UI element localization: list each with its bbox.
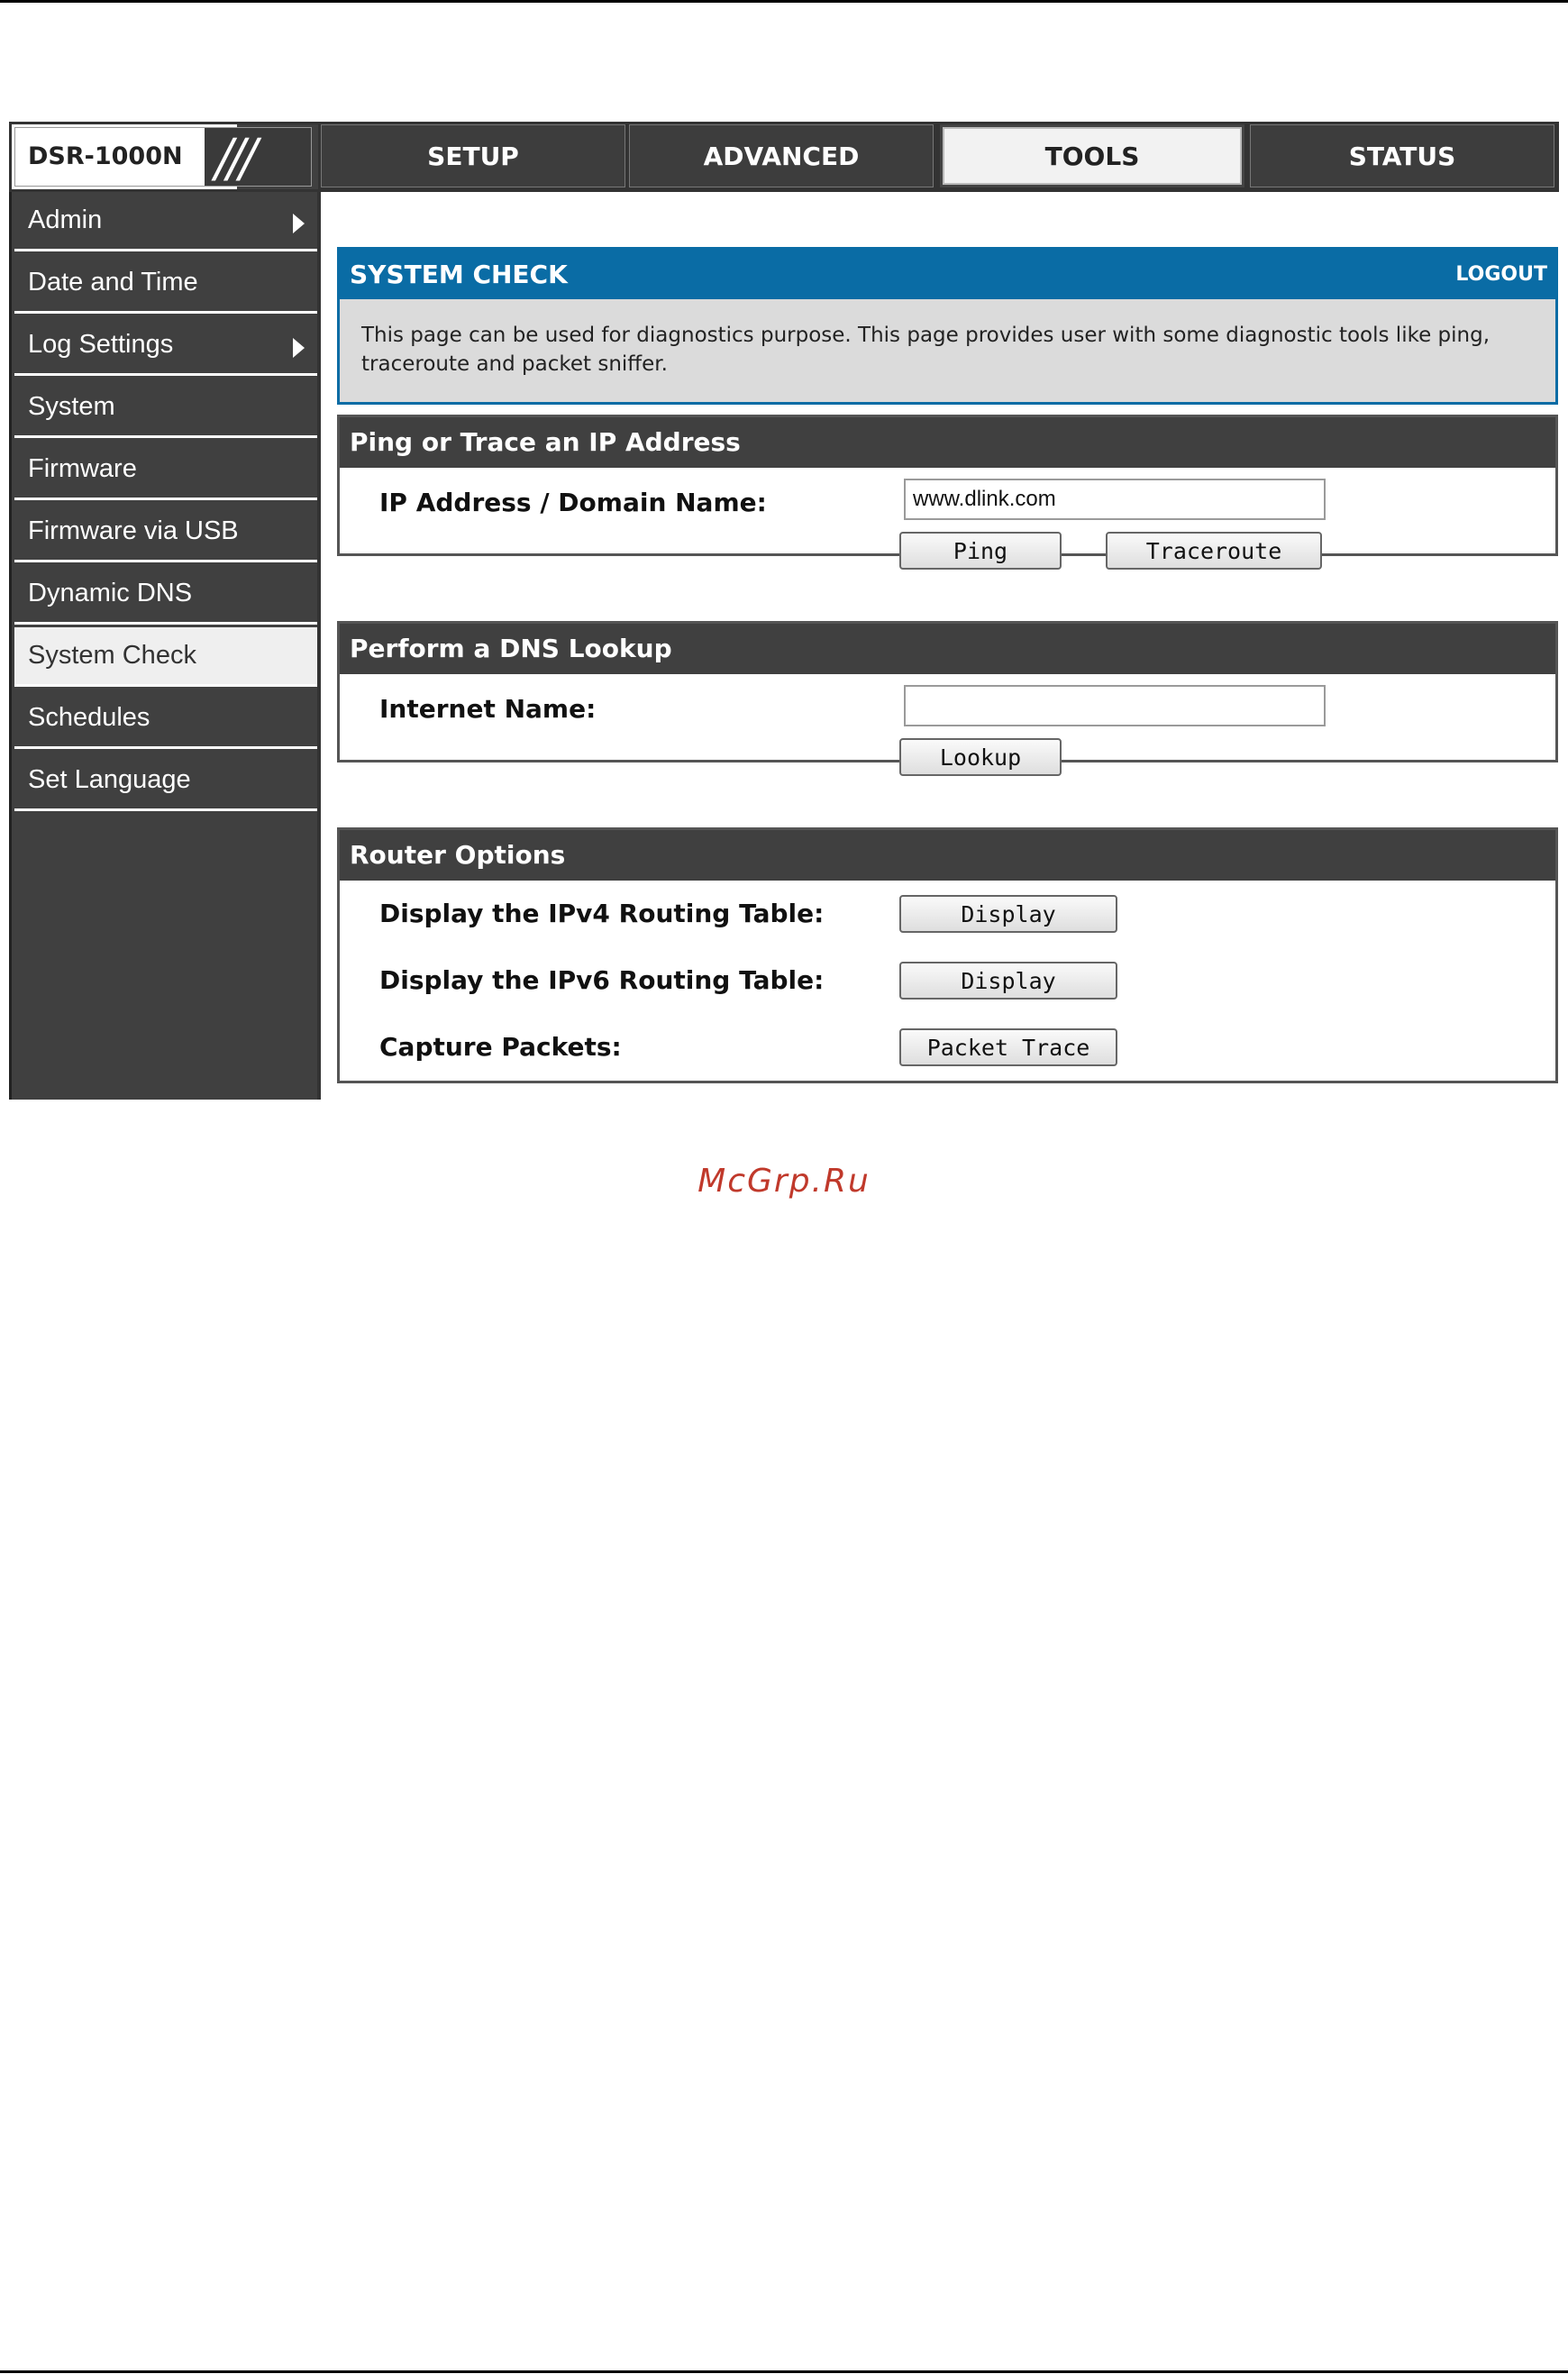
sidebar-item-label: Dynamic DNS	[28, 579, 193, 607]
ip-address-label: IP Address / Domain Name:	[379, 488, 767, 517]
router-options-section: Router Options Display the IPv4 Routing …	[337, 827, 1558, 1083]
sidebar-menu: Admin Date and Time Log Settings System …	[9, 192, 317, 1100]
display-ipv4-button[interactable]: Display	[899, 895, 1117, 933]
ipv6-routing-label: Display the IPv6 Routing Table:	[379, 965, 825, 995]
section-title: Router Options	[340, 830, 1555, 881]
section-title: Ping or Trace an IP Address	[340, 417, 1555, 468]
sidebar-item-label: Schedules	[28, 703, 150, 732]
capture-packets-label: Capture Packets:	[379, 1032, 622, 1062]
page-top-rule	[0, 0, 1568, 3]
packet-trace-button[interactable]: Packet Trace	[899, 1028, 1117, 1066]
page-bottom-rule	[0, 2370, 1568, 2373]
ping-button[interactable]: Ping	[899, 532, 1062, 570]
sidebar-item-label: Log Settings	[28, 330, 174, 359]
sidebar-item-date-and-time[interactable]: Date and Time	[14, 254, 317, 314]
internet-name-label: Internet Name:	[379, 694, 597, 724]
sidebar-item-label: Date and Time	[28, 268, 198, 297]
watermark-text: McGrp.Ru	[697, 1163, 871, 1200]
ip-address-input[interactable]: www.dlink.com	[904, 479, 1326, 520]
sidebar-item-label: Firmware via USB	[28, 516, 239, 545]
page-title: SYSTEM CHECK	[350, 260, 568, 289]
top-navigation-bar: DSR-1000N /// SETUP ADVANCED TOOLS STATU…	[9, 122, 1559, 192]
sidebar-item-label: Set Language	[28, 765, 191, 794]
logout-link[interactable]: LOGOUT	[1455, 263, 1547, 286]
tab-tools[interactable]: TOOLS	[940, 124, 1244, 187]
brand-logo-box: DSR-1000N ///	[12, 124, 318, 189]
lookup-button[interactable]: Lookup	[899, 738, 1062, 776]
sidebar-item-schedules[interactable]: Schedules	[14, 689, 317, 749]
ipv4-routing-label: Display the IPv4 Routing Table:	[379, 899, 825, 928]
main-content: SYSTEM CHECK LOGOUT This page can be use…	[327, 192, 1559, 1100]
sidebar-item-log-settings[interactable]: Log Settings	[14, 316, 317, 376]
sidebar-item-label: Firmware	[28, 454, 137, 483]
sidebar-item-firmware[interactable]: Firmware	[14, 441, 317, 500]
sidebar-item-system-check[interactable]: System Check	[14, 627, 317, 687]
internet-name-input[interactable]	[904, 685, 1326, 726]
submenu-arrow-icon	[293, 338, 305, 358]
brand-slashes-icon: ///	[215, 127, 258, 188]
page-header-bar: SYSTEM CHECK LOGOUT	[337, 247, 1558, 299]
display-ipv6-button[interactable]: Display	[899, 962, 1117, 1000]
ping-trace-section: Ping or Trace an IP Address IP Address /…	[337, 415, 1558, 570]
router-web-ui: DSR-1000N /// SETUP ADVANCED TOOLS STATU…	[9, 122, 1559, 1100]
sidebar-divider	[317, 192, 321, 1100]
sidebar-item-firmware-via-usb[interactable]: Firmware via USB	[14, 503, 317, 562]
tab-status[interactable]: STATUS	[1250, 124, 1554, 187]
brand-model-name: DSR-1000N	[28, 142, 183, 170]
page-description: This page can be used for diagnostics pu…	[337, 299, 1558, 405]
sidebar-item-admin[interactable]: Admin	[14, 192, 317, 251]
sidebar-item-system[interactable]: System	[14, 379, 317, 438]
tab-advanced[interactable]: ADVANCED	[629, 124, 934, 187]
sidebar-item-dynamic-dns[interactable]: Dynamic DNS	[14, 565, 317, 625]
sidebar-item-label: Admin	[28, 205, 103, 234]
tab-setup[interactable]: SETUP	[321, 124, 625, 187]
traceroute-button[interactable]: Traceroute	[1106, 532, 1322, 570]
section-title: Perform a DNS Lookup	[340, 624, 1555, 674]
sidebar-item-label: System Check	[28, 641, 196, 670]
sidebar-item-label: System	[28, 392, 115, 421]
sidebar-item-set-language[interactable]: Set Language	[14, 752, 317, 811]
submenu-arrow-icon	[293, 214, 305, 233]
dns-lookup-section: Perform a DNS Lookup Internet Name: Look…	[337, 621, 1558, 776]
